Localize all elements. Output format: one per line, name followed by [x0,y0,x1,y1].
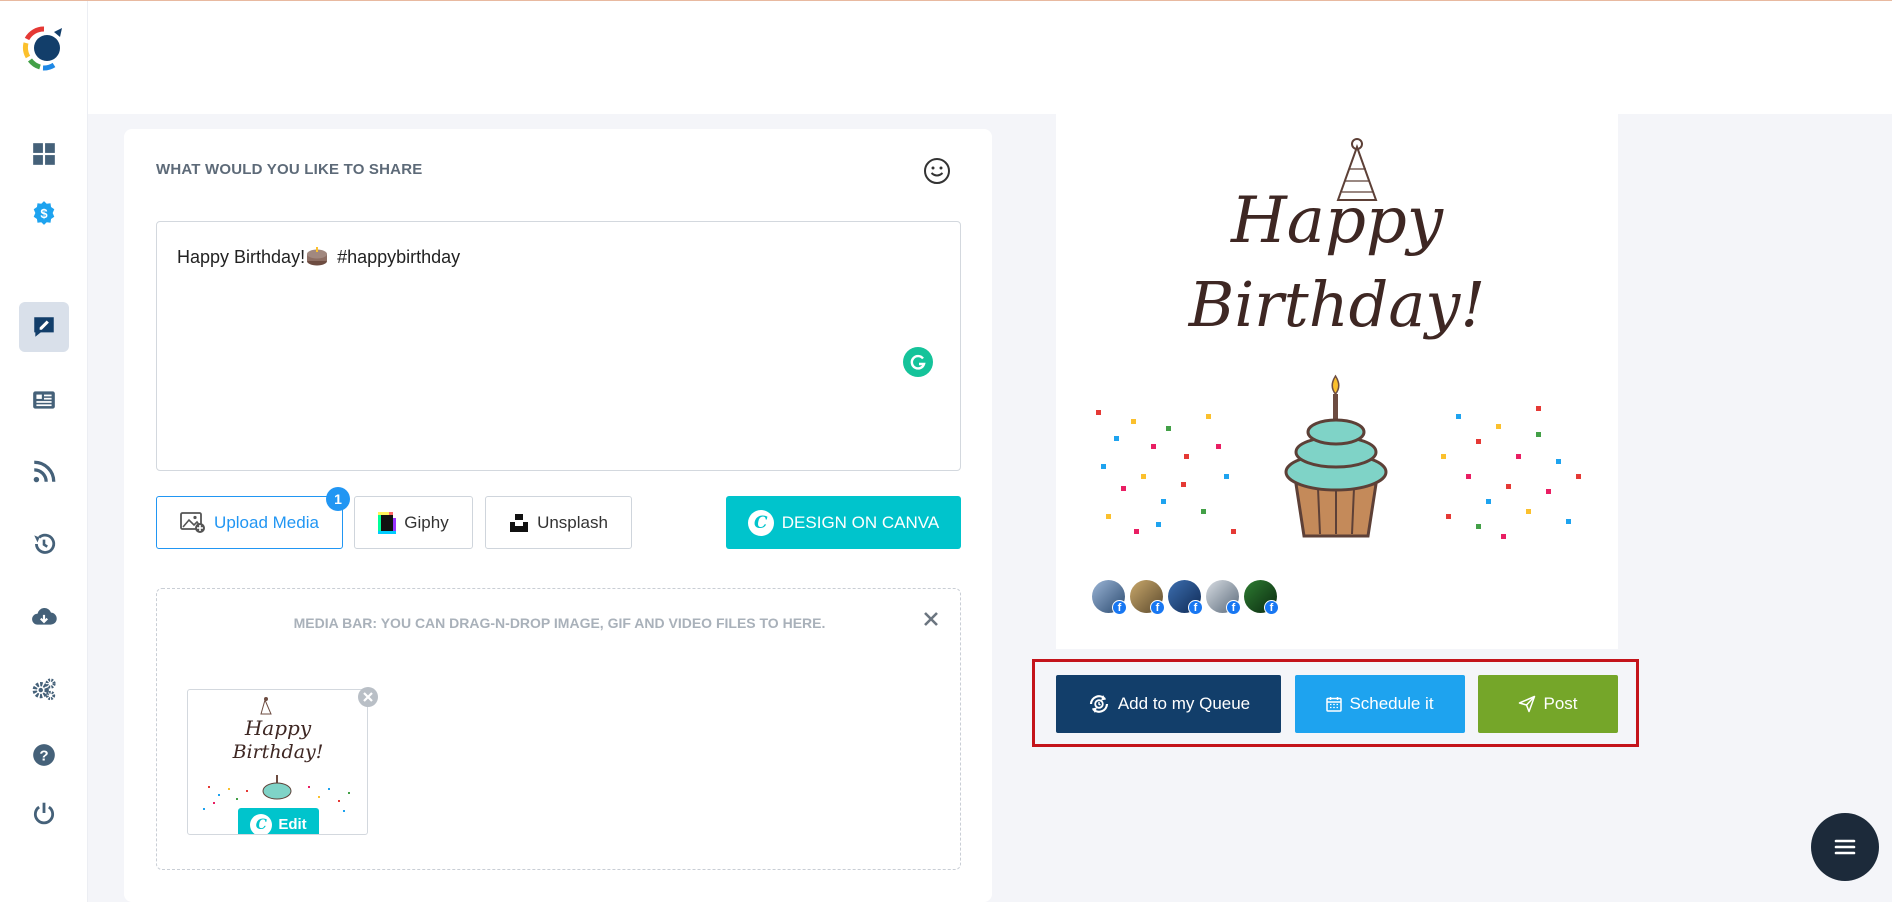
newspaper-icon [33,391,55,409]
close-icon[interactable] [921,609,941,629]
media-bar-text: MEDIA BAR: YOU CAN DRAG-N-DROP IMAGE, GI… [293,615,826,631]
add-to-queue-label: Add to my Queue [1117,694,1251,713]
post-text-input[interactable]: Happy Birthday! #happybirthday [156,221,961,471]
edit-label: Edit [278,816,307,833]
sidebar-item-compose[interactable] [19,302,69,352]
giphy-label: Giphy [404,512,449,532]
power-icon [33,802,55,825]
remove-media-icon[interactable] [357,686,379,708]
sidebar-item-history[interactable] [19,519,69,569]
menu-fab-button[interactable] [1811,813,1879,881]
upload-count-badge: 1 [326,487,350,511]
post-preview: Happy Birthday! f f f f f [1056,114,1618,649]
canva-icon: C [747,509,774,536]
facebook-icon: f [1188,600,1203,615]
upload-media-label: Upload Media [214,512,319,532]
avatar[interactable]: f [1092,580,1127,615]
sidebar-item-help[interactable]: ? [19,730,69,780]
upload-media-button[interactable]: Upload Media 1 [156,487,350,549]
svg-text:?: ? [39,747,48,764]
canva-icon: C [250,813,273,834]
avatar[interactable]: f [1206,580,1241,615]
queue-icon [1089,695,1108,713]
design-on-canva-button[interactable]: C DESIGN ON CANVA [726,496,961,549]
edit-media-button[interactable]: C Edit [238,808,319,834]
add-to-queue-button[interactable]: Add to my Queue [1056,675,1281,733]
media-thumbnail[interactable]: Happy Birthday! C Edit [187,689,368,835]
sidebar-item-billing[interactable]: $ [19,188,69,238]
top-bar [88,1,1892,114]
post-button[interactable]: Post [1478,675,1618,733]
emoji-icon[interactable] [922,156,952,186]
composer-title: WHAT WOULD YOU LIKE TO SHARE [156,161,423,178]
send-icon [1519,695,1536,713]
sidebar-item-dashboard[interactable] [19,129,69,179]
post-label: Post [1543,694,1578,713]
giphy-icon [378,511,397,534]
sidebar-item-rss[interactable] [19,447,69,497]
history-icon [34,533,56,554]
compose-icon [34,317,54,337]
composer-card: WHAT WOULD YOU LIKE TO SHARE Happy Birth… [124,129,992,902]
unsplash-icon [510,513,529,532]
help-icon: ? [33,744,55,766]
avatar[interactable]: f [1130,580,1165,615]
svg-text:$: $ [40,206,48,221]
birthday-preview-image: Happy Birthday! [1096,138,1581,539]
image-upload-icon [180,511,206,533]
dollar-badge-icon: $ [33,201,55,225]
avatar[interactable]: f [1168,580,1203,615]
cloud-download-icon [32,608,57,625]
sidebar-item-settings[interactable] [19,664,69,714]
sidebar-item-posts[interactable] [19,375,69,425]
cake-emoji-icon [307,247,328,266]
calendar-icon [1326,697,1343,712]
giphy-button[interactable]: Giphy [354,496,473,549]
app-logo[interactable] [22,25,66,71]
svg-text:Happy: Happy [244,716,312,740]
sidebar-item-logout[interactable] [19,788,69,838]
svg-text:Happy: Happy [1230,184,1444,258]
unsplash-button[interactable]: Unsplash [485,496,632,549]
rss-icon [33,460,56,483]
facebook-icon: f [1226,600,1241,615]
media-bar-dropzone[interactable]: MEDIA BAR: YOU CAN DRAG-N-DROP IMAGE, GI… [156,588,961,870]
dashboard-icon [33,143,55,165]
hamburger-icon [1834,839,1856,855]
svg-text:Birthday!: Birthday! [1188,268,1485,341]
avatar[interactable]: f [1244,580,1279,615]
svg-text:Birthday!: Birthday! [232,741,324,763]
schedule-button[interactable]: Schedule it [1295,675,1465,733]
facebook-icon: f [1112,600,1127,615]
unsplash-label: Unsplash [537,512,608,532]
gears-icon [32,678,56,701]
facebook-icon: f [1150,600,1165,615]
schedule-label: Schedule it [1349,694,1434,713]
canva-label: DESIGN ON CANVA [781,512,940,532]
grammarly-icon[interactable] [903,347,933,377]
facebook-icon: f [1264,600,1279,615]
sidebar: $ ? [0,1,88,902]
selected-accounts: f f f f f [1092,580,1279,615]
post-text: Happy Birthday! #happybirthday [177,247,461,267]
sidebar-item-import[interactable] [19,592,69,642]
